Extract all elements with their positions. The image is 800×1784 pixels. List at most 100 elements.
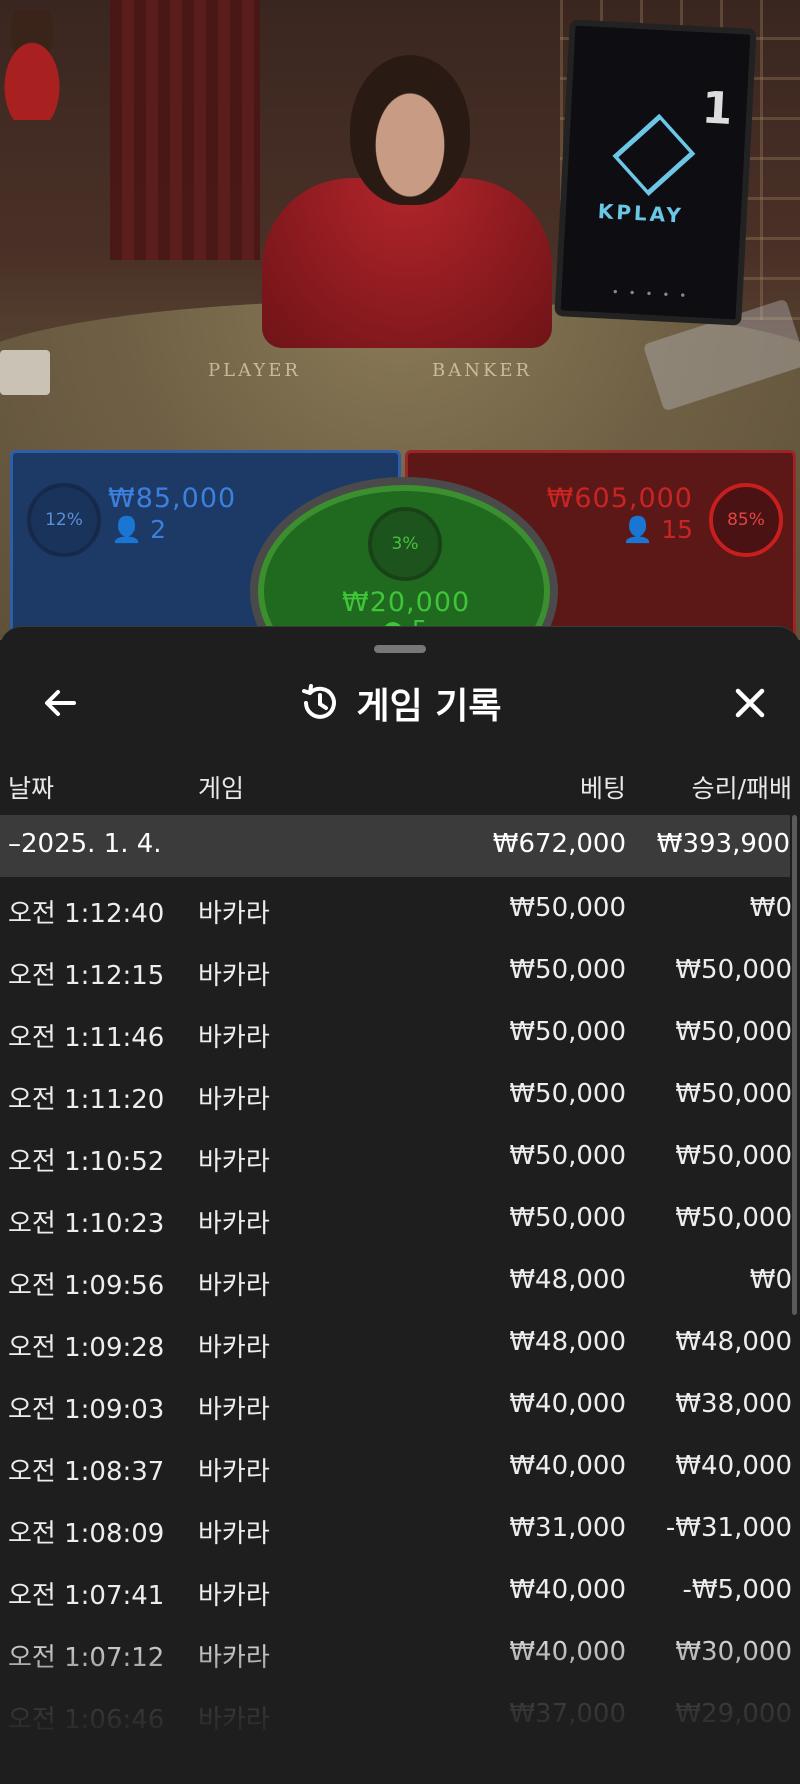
column-header-winloss: 승리/패배	[691, 774, 792, 803]
row-winloss: ₩30,000	[675, 1637, 792, 1667]
user-icon: 👤	[622, 515, 654, 544]
row-time: 오전 1:10:52	[8, 1147, 165, 1177]
row-winloss: ₩0	[749, 1265, 792, 1295]
row-winloss: ₩50,000	[675, 1017, 792, 1047]
column-header-date: 날짜	[8, 774, 55, 803]
player-percent: 12%	[45, 510, 83, 530]
row-time: 오전 1:07:41	[8, 1581, 165, 1611]
table-row[interactable]: 오전 1:08:37 바카라 ₩40,000 ₩40,000	[0, 1435, 800, 1497]
table-row[interactable]: 오전 1:11:20 바카라 ₩50,000 ₩50,000	[0, 1063, 800, 1125]
table-row[interactable]: 오전 1:12:15 바카라 ₩50,000 ₩50,000	[0, 939, 800, 1001]
close-icon	[735, 688, 765, 718]
row-game: 바카라	[198, 1395, 270, 1425]
row-winloss: ₩38,000	[675, 1389, 792, 1419]
row-bet: ₩50,000	[509, 1079, 626, 1109]
row-winloss: ₩50,000	[675, 1079, 792, 1109]
table-row[interactable]: 오전 1:09:03 바카라 ₩40,000 ₩38,000	[0, 1373, 800, 1435]
row-game: 바카라	[198, 899, 270, 929]
row-time: 오전 1:10:23	[8, 1209, 165, 1239]
row-bet: ₩50,000	[509, 1141, 626, 1171]
history-icon	[302, 684, 337, 719]
table-row[interactable]: 오전 1:10:52 바카라 ₩50,000 ₩50,000	[0, 1125, 800, 1187]
tie-bet-amount: ₩20,000	[342, 587, 471, 618]
row-game: 바카라	[198, 1271, 270, 1301]
banker-bet-amount: ₩605,000	[546, 483, 693, 514]
banker-percent-ring: 85%	[709, 483, 783, 557]
player-bet-amount: ₩85,000	[108, 483, 237, 514]
player-percent-ring: 12%	[27, 483, 101, 557]
row-game: 바카라	[198, 1085, 270, 1115]
table-row[interactable]: 오전 1:08:09 바카라 ₩31,000 -₩31,000	[0, 1497, 800, 1559]
row-game: 바카라	[198, 1333, 270, 1363]
row-bet: ₩50,000	[509, 1017, 626, 1047]
row-game: 바카라	[198, 1519, 270, 1549]
table-number: 1	[700, 82, 734, 135]
dealer-head	[350, 55, 470, 205]
player-user-count: 👤 2	[111, 515, 166, 545]
row-bet: ₩40,000	[509, 1451, 626, 1481]
scrollbar[interactable]	[792, 815, 797, 1315]
row-winloss: ₩0	[749, 893, 792, 923]
row-time: 오전 1:06:46	[8, 1705, 165, 1735]
row-winloss: ₩29,000	[675, 1699, 792, 1729]
drag-handle[interactable]	[374, 645, 426, 653]
banker-users: 15	[661, 515, 693, 544]
card-stack	[0, 350, 50, 395]
monitor-brand: KPLAY	[597, 199, 685, 228]
user-icon: 👤	[111, 515, 143, 544]
row-time: 오전 1:09:56	[8, 1271, 165, 1301]
tie-percent: 3%	[391, 534, 419, 554]
row-game: 바카라	[198, 1023, 270, 1053]
column-header-bet: 베팅	[579, 774, 626, 803]
row-winloss: ₩40,000	[675, 1451, 792, 1481]
row-bet: ₩37,000	[509, 1699, 626, 1729]
row-winloss: -₩5,000	[682, 1575, 792, 1605]
row-time: 오전 1:08:09	[8, 1519, 165, 1549]
table-row[interactable]: 오전 1:12:40 바카라 ₩50,000 ₩0	[0, 877, 800, 939]
row-winloss: ₩50,000	[675, 955, 792, 985]
table-row[interactable]: 오전 1:06:46 바카라 ₩37,000 ₩29,000	[0, 1683, 800, 1745]
row-bet: ₩48,000	[509, 1265, 626, 1295]
row-time: 오전 1:11:20	[8, 1085, 165, 1115]
row-bet: ₩40,000	[509, 1389, 626, 1419]
table-row[interactable]: 오전 1:10:23 바카라 ₩50,000 ₩50,000	[0, 1187, 800, 1249]
date-group-row[interactable]: –2025. 1. 4. ₩672,000 ₩393,900	[0, 815, 790, 877]
background-dealer	[0, 10, 80, 120]
table-row[interactable]: 오전 1:07:12 바카라 ₩40,000 ₩30,000	[0, 1621, 800, 1683]
table-row[interactable]: 오전 1:11:46 바카라 ₩50,000 ₩50,000	[0, 1001, 800, 1063]
monitor-dots: • • • • •	[611, 284, 690, 303]
banker-percent: 85%	[727, 510, 765, 530]
row-bet: ₩40,000	[509, 1575, 626, 1605]
row-winloss: ₩50,000	[675, 1203, 792, 1233]
kplay-logo-icon	[612, 113, 696, 197]
table-monitor: 1 KPLAY • • • • •	[554, 19, 757, 326]
row-time: 오전 1:07:12	[8, 1643, 165, 1673]
banker-user-count: 👤 15	[622, 515, 693, 545]
row-time: 오전 1:09:03	[8, 1395, 165, 1425]
history-list: 오전 1:12:40 바카라 ₩50,000 ₩0 오전 1:12:15 바카라 ₩50,…	[0, 877, 800, 1745]
app-root: PLAYER BANKER 1 KPLAY • • • • • 12% ₩85,…	[0, 0, 800, 1784]
player-users: 2	[150, 515, 166, 544]
page-title: 게임 기록	[356, 686, 502, 727]
table-row[interactable]: 오전 1:09:56 바카라 ₩48,000 ₩0	[0, 1249, 800, 1311]
close-button[interactable]	[720, 673, 780, 733]
row-bet: ₩31,000	[509, 1513, 626, 1543]
row-time: 오전 1:09:28	[8, 1333, 165, 1363]
row-game: 바카라	[198, 1705, 270, 1735]
row-bet: ₩40,000	[509, 1637, 626, 1667]
row-winloss: ₩50,000	[675, 1141, 792, 1171]
table-row[interactable]: 오전 1:09:28 바카라 ₩48,000 ₩48,000	[0, 1311, 800, 1373]
row-game: 바카라	[198, 1457, 270, 1487]
row-time: 오전 1:12:40	[8, 899, 165, 929]
row-winloss: -₩31,000	[665, 1513, 792, 1543]
row-game: 바카라	[198, 1147, 270, 1177]
row-bet: ₩50,000	[509, 893, 626, 923]
group-date: –2025. 1. 4.	[8, 829, 162, 859]
row-game: 바카라	[198, 1209, 270, 1239]
table-row[interactable]: 오전 1:07:41 바카라 ₩40,000 -₩5,000	[0, 1559, 800, 1621]
group-winloss-total: ₩393,900	[656, 829, 790, 859]
row-winloss: ₩48,000	[675, 1327, 792, 1357]
table-label-player: PLAYER	[208, 360, 301, 381]
row-game: 바카라	[198, 1643, 270, 1673]
row-time: 오전 1:12:15	[8, 961, 165, 991]
